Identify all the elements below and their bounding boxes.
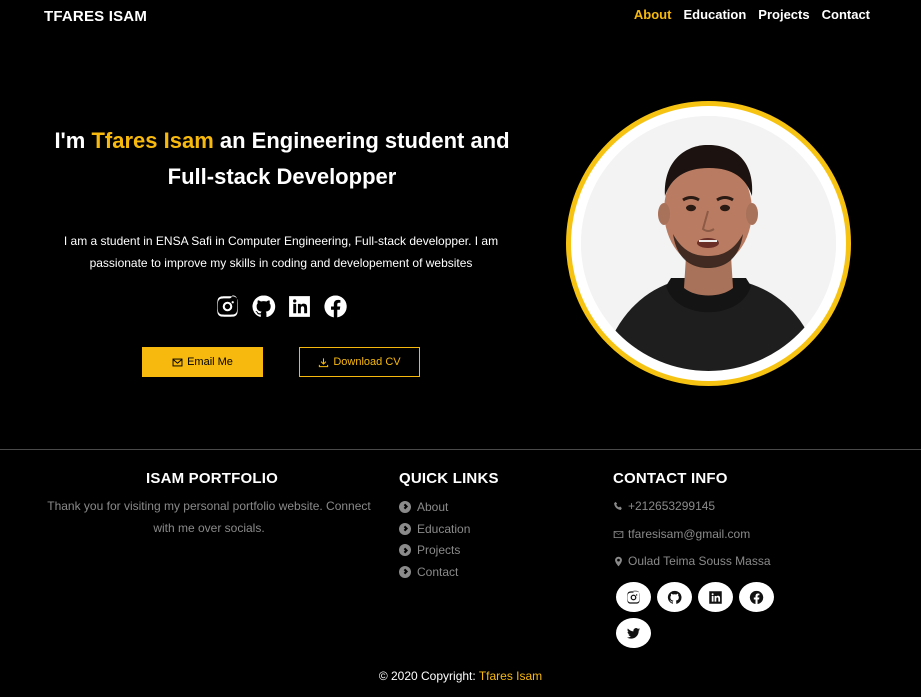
copyright-prefix: © 2020 Copyright: (378, 669, 479, 683)
hero-name: Tfares Isam (91, 128, 214, 153)
download-icon (319, 357, 329, 367)
portrait-image (581, 116, 836, 371)
twitter-icon[interactable] (616, 618, 651, 648)
hero-social-links (214, 293, 348, 319)
chevron-right-icon (399, 544, 411, 557)
main-nav: About Education Projects Contact (634, 7, 870, 22)
footer-social-links (616, 582, 786, 648)
quick-links-title: QUICK LINKS (399, 470, 499, 487)
envelope-icon (172, 358, 183, 366)
location-text: Oulad Teima Souss Massa (628, 554, 771, 568)
chevron-right-icon (399, 565, 411, 578)
nav-link-projects[interactable]: Projects (758, 7, 809, 22)
download-cv-label: Download CV (333, 356, 401, 368)
hero-title-prefix: I'm (54, 128, 92, 153)
portfolio-title: ISAM PORTFOLIO (146, 470, 278, 487)
profile-photo (566, 101, 851, 386)
quick-links-list: About Education Projects Contact (399, 496, 470, 583)
quick-link-label: Contact (417, 564, 459, 579)
instagram-icon[interactable] (214, 293, 240, 319)
nav-link-contact[interactable]: Contact (822, 7, 870, 22)
contact-email: tfaresisam@gmail.com (613, 527, 750, 541)
hero-description: I am a student in ENSA Safi in Computer … (63, 234, 499, 270)
hero-title-suffix: an Engineering student and Full-stack De… (167, 128, 510, 189)
quick-link-label: About (417, 499, 449, 514)
quick-link-about[interactable]: About (399, 496, 470, 518)
contact-phone: +212653299145 (613, 499, 715, 513)
contact-location: Oulad Teima Souss Massa (613, 554, 771, 568)
email-address: tfaresisam@gmail.com (628, 527, 751, 541)
nav-link-about[interactable]: About (634, 7, 672, 22)
github-icon[interactable] (250, 293, 276, 319)
chevron-right-icon (399, 522, 411, 535)
contact-info-title: CONTACT INFO (613, 470, 728, 487)
quick-link-label: Education (417, 521, 471, 536)
instagram-icon[interactable] (616, 582, 651, 612)
linkedin-icon[interactable] (698, 582, 733, 612)
download-cv-button[interactable]: Download CV (299, 347, 420, 377)
github-icon[interactable] (657, 582, 692, 612)
phone-icon (614, 501, 622, 510)
email-me-button[interactable]: Email Me (142, 347, 263, 377)
copyright-owner[interactable]: Tfares Isam (479, 669, 542, 683)
quick-link-contact[interactable]: Contact (399, 561, 470, 583)
phone-number: +212653299145 (628, 499, 716, 513)
copyright: © 2020 Copyright: Tfares Isam (0, 669, 921, 683)
facebook-icon[interactable] (322, 293, 348, 319)
location-pin-icon (615, 556, 622, 566)
chevron-right-icon (399, 500, 411, 513)
portfolio-text: Thank you for visiting my personal portf… (47, 499, 371, 535)
brand-logo[interactable]: TFARES ISAM (44, 8, 147, 25)
facebook-icon[interactable] (739, 582, 774, 612)
section-divider (0, 449, 921, 450)
quick-link-education[interactable]: Education (399, 518, 470, 540)
envelope-icon (613, 530, 624, 538)
hero-title: I'm Tfares Isam an Engineering student a… (40, 123, 524, 195)
quick-link-label: Projects (417, 543, 461, 558)
email-me-label: Email Me (187, 356, 233, 368)
nav-link-education[interactable]: Education (683, 7, 746, 22)
quick-link-projects[interactable]: Projects (399, 539, 470, 561)
linkedin-icon[interactable] (286, 293, 312, 319)
